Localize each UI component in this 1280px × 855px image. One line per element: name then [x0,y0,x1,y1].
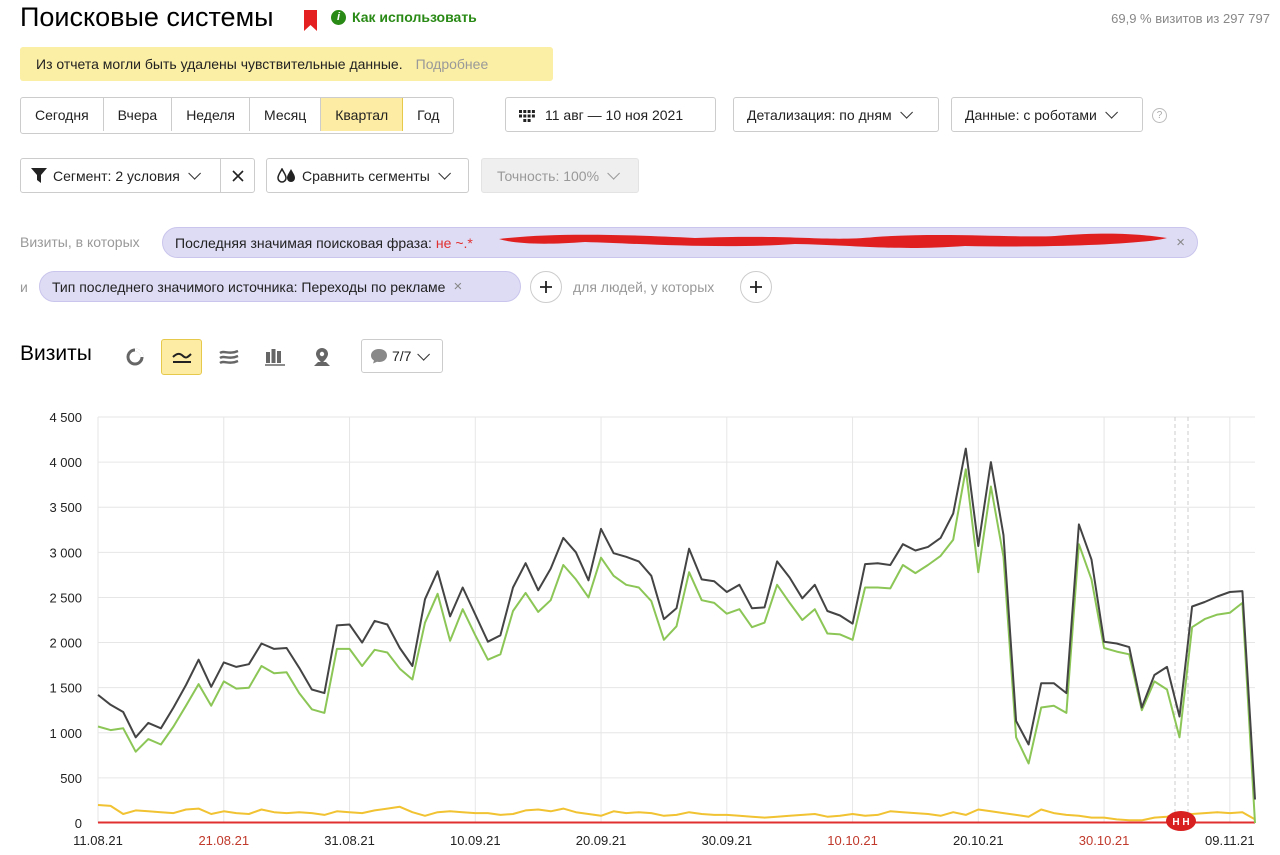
data-dropdown[interactable]: Данные: с роботами [951,97,1143,132]
comments-count: 7/7 [392,348,412,364]
x-tick-label: 30.09.21 [701,833,752,848]
x-tick-label: 30.10.21 [1079,833,1130,848]
line-chart-icon [171,352,192,363]
x-tick-label: 11.08.21 [73,833,123,848]
detail-dropdown[interactable]: Детализация: по дням [733,97,939,132]
filter-chip-negation: не ~.* [435,234,473,251]
y-tick-label: 4 000 [49,455,82,470]
segment-button[interactable]: Сегмент: 2 условия [20,158,221,193]
filter-chip-source-type[interactable]: Тип последнего значимого источника: Пере… [39,271,521,302]
date-range-button[interactable]: 11 авг — 10 ноя 2021 [505,97,716,132]
series-line-3 [97,804,1256,822]
bar-chart-button[interactable] [256,339,294,374]
accuracy-label: Точность: 100% [497,167,600,184]
add-people-condition-button[interactable] [740,271,772,303]
x-tick-label: 21.08.21 [198,833,249,848]
notice-text: Из отчета могли быть удалены чувствитель… [36,56,403,72]
pie-chart-icon [126,348,144,365]
period-selector: Сегодня Вчера Неделя Месяц Квартал Год [20,97,455,134]
plus-icon [750,281,762,293]
chevron-down-icon [1105,106,1118,119]
remove-filter-icon[interactable]: × [1176,234,1185,251]
redaction-mark [499,233,1167,248]
y-tick-label: 0 [75,816,82,831]
x-tick-label: 31.08.21 [324,833,375,848]
and-label: и [20,279,28,295]
segment-label: Сегмент: 2 условия [53,167,180,184]
bar-chart-icon [265,348,285,366]
chevron-down-icon [188,167,201,180]
y-tick-label: 1 500 [49,681,82,696]
compare-segments-button[interactable]: Сравнить сегменты [266,158,469,193]
y-tick-label: 4 500 [49,410,82,425]
chevron-down-icon [438,167,451,180]
info-icon: i [331,9,346,25]
x-tick-label: 20.09.21 [576,833,627,848]
detail-dropdown-label: Детализация: по дням [747,106,892,123]
data-dropdown-label: Данные: с роботами [965,106,1097,123]
bookmark-icon[interactable] [303,10,318,31]
add-condition-button[interactable] [530,271,562,303]
clear-segment-button[interactable] [220,158,255,193]
visits-where-label: Визиты, в которых [20,234,140,250]
chevron-down-icon [417,347,431,361]
annotation-badge-label: Н Н [1172,817,1189,828]
remove-filter-icon[interactable]: × [453,278,462,295]
y-tick-label: 2 500 [49,590,82,605]
chevron-down-icon [607,167,621,180]
y-tick-label: 3 000 [49,545,82,560]
visits-summary: 69,9 % визитов из 297 797 [1111,11,1270,26]
how-to-use-link[interactable]: i Как использовать [331,9,477,25]
compare-segments-label: Сравнить сегменты [302,167,430,184]
y-tick-label: 1 000 [49,726,82,741]
accuracy-dropdown[interactable]: Точность: 100% [481,158,639,193]
date-range-label: 11 авг — 10 ноя 2021 [545,106,684,123]
compare-icon [277,168,295,183]
comment-icon [371,349,387,364]
filter-chip-label: Тип последнего значимого источника: Пере… [52,278,446,295]
help-icon[interactable]: ? [1152,108,1167,123]
sensitive-data-notice: Из отчета могли быть удалены чувствитель… [20,47,553,81]
filter-chip-label: Последняя значимая поисковая фраза: [175,234,432,251]
period-yesterday[interactable]: Вчера [104,98,173,131]
period-quarter[interactable]: Квартал [321,98,404,131]
period-week[interactable]: Неделя [172,98,251,131]
series-line-2 [97,468,1256,824]
x-tick-label: 10.10.21 [827,833,878,848]
page-title: Поисковые системы [20,2,274,32]
calendar-icon [519,109,535,122]
people-where-label: для людей, у которых [573,279,715,295]
y-tick-label: 500 [60,771,82,786]
period-today[interactable]: Сегодня [21,98,104,131]
map-button[interactable] [303,339,341,374]
period-year[interactable]: Год [403,98,453,131]
plus-icon [540,281,552,293]
area-chart-button[interactable] [210,339,248,374]
map-icon [314,347,330,366]
chart-title: Визиты [20,342,92,365]
close-icon [231,169,244,182]
area-chart-icon [219,349,239,364]
x-tick-label: 20.10.21 [953,833,1004,848]
visits-line-chart[interactable]: 4 500 4 000 3 500 3 000 2 500 2 000 1 500 1 000… [0,400,1280,855]
y-tick-label: 2 000 [49,636,82,651]
y-tick-label: 3 500 [49,500,82,515]
x-tick-label: 10.09.21 [450,833,501,848]
period-month[interactable]: Месяц [250,98,322,131]
comments-dropdown[interactable]: 7/7 [361,339,443,373]
chevron-down-icon [899,106,913,119]
pie-chart-button[interactable] [116,339,154,374]
line-chart-button[interactable] [161,339,202,375]
how-to-use-label: Как использовать [352,9,477,25]
notice-more-link[interactable]: Подробнее [416,56,489,72]
x-tick-label: 09.11.21 [1205,833,1255,848]
filter-icon [31,168,47,183]
